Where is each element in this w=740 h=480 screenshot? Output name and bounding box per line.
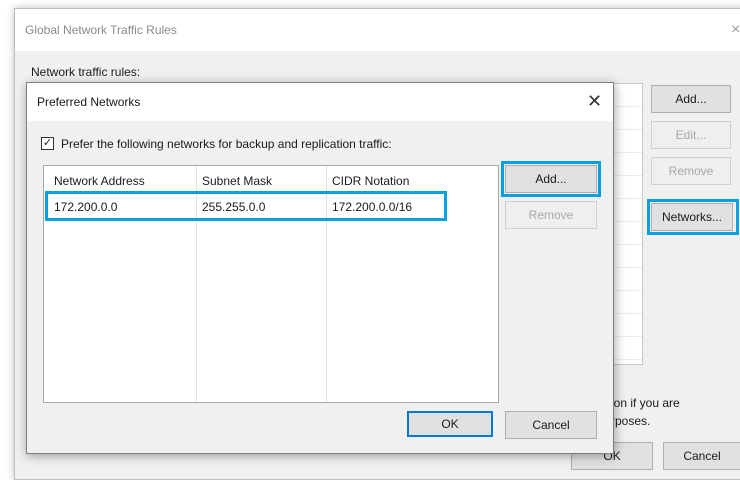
dialog-cancel-button[interactable]: Cancel xyxy=(505,411,597,439)
rules-list-label: Network traffic rules: xyxy=(31,65,141,79)
dialog-close-icon[interactable]: ✕ xyxy=(587,91,602,112)
prefer-networks-label[interactable]: Prefer the following networks for backup… xyxy=(61,137,392,151)
column-header-subnet-mask[interactable]: Subnet Mask xyxy=(202,174,272,188)
column-header-network-address[interactable]: Network Address xyxy=(54,174,145,188)
parent-title-bar: Global Network Traffic Rules × xyxy=(15,9,740,51)
parent-close-icon[interactable]: × xyxy=(731,21,740,39)
parent-window-title: Global Network Traffic Rules xyxy=(25,23,177,37)
dialog-ok-button[interactable]: OK xyxy=(407,411,493,437)
networks-button-highlight xyxy=(647,199,739,235)
rules-remove-button[interactable]: Remove xyxy=(651,157,731,185)
table-row-highlight xyxy=(45,191,447,221)
dialog-title: Preferred Networks xyxy=(37,95,141,109)
prefer-networks-checkbox[interactable]: ✓ xyxy=(41,137,54,150)
parent-note-line-1: ion if you are xyxy=(611,396,680,410)
dialog-title-bar: Preferred Networks ✕ xyxy=(27,83,613,121)
parent-cancel-button[interactable]: Cancel xyxy=(663,442,740,470)
preferred-networks-dialog: Preferred Networks ✕ ✓ Prefer the follow… xyxy=(26,82,614,454)
column-header-cidr-notation[interactable]: CIDR Notation xyxy=(332,174,409,188)
network-remove-button[interactable]: Remove xyxy=(505,201,597,229)
rules-add-button[interactable]: Add... xyxy=(651,85,731,113)
add-button-highlight xyxy=(501,161,601,197)
parent-note-line-2: rposes. xyxy=(611,414,651,428)
rules-edit-button[interactable]: Edit... xyxy=(651,121,731,149)
